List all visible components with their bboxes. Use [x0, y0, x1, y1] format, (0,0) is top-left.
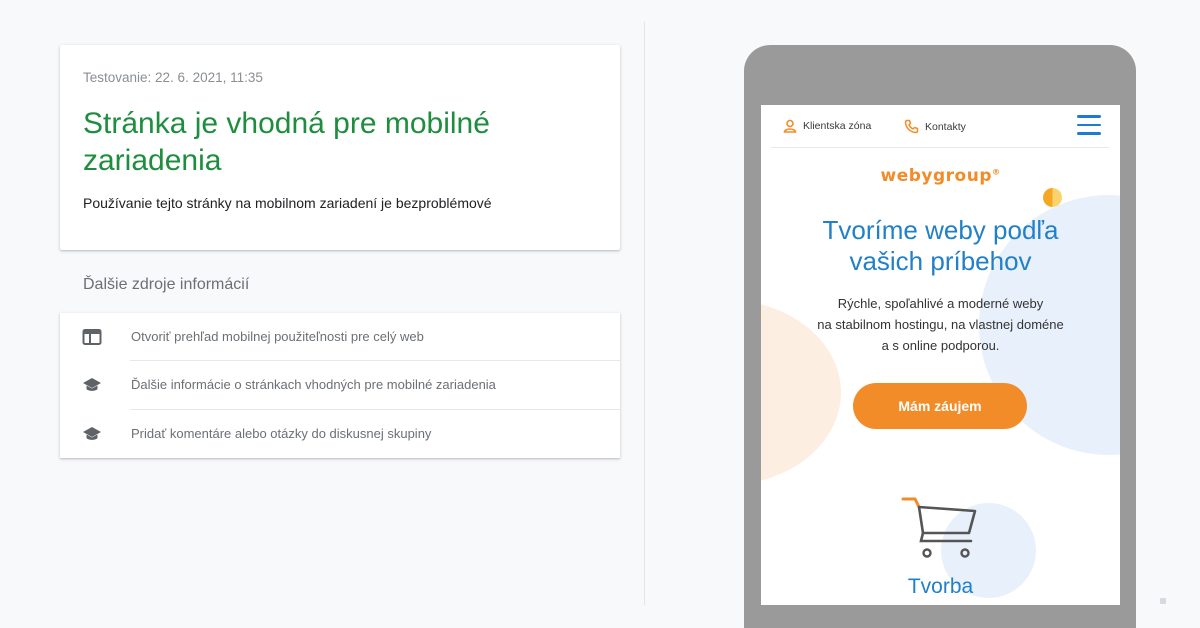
client-zone-link[interactable]: Klientska zóna [783, 119, 871, 133]
test-results-panel: Testovanie: 22. 6. 2021, 11:35 Stránka j… [0, 0, 645, 628]
hero-description: Rýchle, spoľahlivé a moderné weby na sta… [817, 296, 1064, 353]
test-date: Testovanie: 22. 6. 2021, 11:35 [83, 70, 263, 85]
decorative-dot [1043, 188, 1062, 207]
resource-item-discussion-group[interactable]: Pridať komentáre alebo otázky do diskusn… [60, 410, 620, 458]
contacts-label: Kontakty [925, 120, 966, 133]
hamburger-menu-icon[interactable] [1077, 115, 1101, 135]
contacts-link[interactable]: Kontakty [904, 119, 966, 134]
cart-icon [901, 497, 977, 558]
resource-item-label: Otvoriť prehľad mobilnej použiteľnosti p… [131, 329, 424, 344]
preview-topbar: Klientska zóna Kontakty [761, 105, 1120, 147]
resource-item-usability-report[interactable]: Otvoriť prehľad mobilnej použiteľnosti p… [60, 313, 620, 361]
scroll-indicator [1160, 598, 1166, 604]
dashboard-icon [82, 329, 102, 345]
school-icon [83, 427, 101, 440]
user-icon [783, 119, 797, 133]
section-title: Tvorba [907, 575, 974, 598]
webygroup-logo[interactable]: webygroup® [761, 166, 1120, 186]
resources-heading: Ďalšie zdroje informácií [83, 276, 250, 293]
result-description: Používanie tejto stránky na mobilnom zar… [83, 195, 492, 211]
school-icon [83, 378, 101, 391]
resource-item-mobile-info[interactable]: Ďalšie informácie o stránkach vhodných p… [60, 361, 620, 409]
resources-list: Otvoriť prehľad mobilnej použiteľnosti p… [60, 313, 620, 458]
resource-item-label: Pridať komentáre alebo otázky do diskusn… [131, 426, 432, 441]
panel-divider [644, 22, 645, 605]
hero-title: Tvoríme weby podľa vašich príbehov [822, 215, 1059, 276]
phone-icon [904, 119, 919, 134]
resource-item-label: Ďalšie informácie o stránkach vhodných p… [131, 377, 496, 392]
client-zone-label: Klientska zóna [803, 120, 872, 132]
result-title: Stránka je vhodná pre mobilné zariadenia [83, 107, 490, 177]
interest-button[interactable]: Mám záujem [853, 383, 1027, 429]
mobile-preview-screen[interactable]: Klientska zóna Kontakty webygroup® Tvorí… [761, 105, 1120, 605]
topbar-divider [771, 147, 1109, 148]
result-card: Testovanie: 22. 6. 2021, 11:35 Stránka j… [60, 45, 620, 250]
